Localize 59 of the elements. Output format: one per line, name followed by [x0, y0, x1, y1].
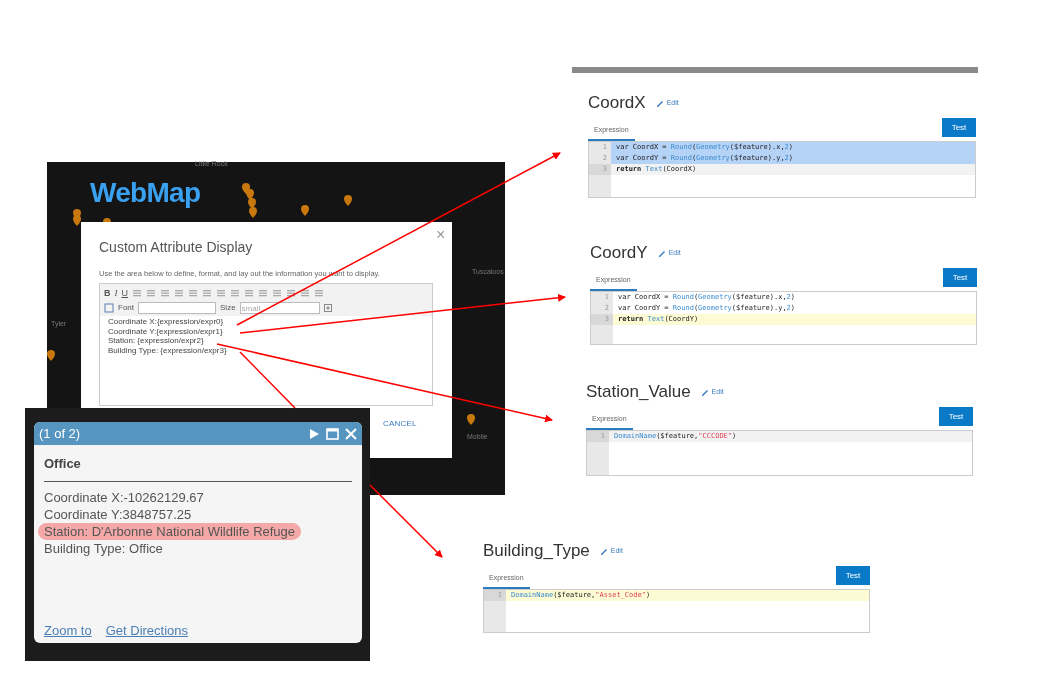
- popup-field-line: Building Type: Office: [44, 539, 163, 557]
- toolbar-icon: [160, 288, 170, 299]
- toolbar-icon: [202, 288, 212, 299]
- test-button[interactable]: Test: [942, 118, 976, 137]
- template-line: Coordinate X:{expression/expr0}: [108, 317, 224, 327]
- format-button[interactable]: U: [121, 286, 128, 300]
- close-icon[interactable]: [345, 427, 357, 440]
- toolbar-icon: [146, 288, 156, 299]
- size-dropdown[interactable]: small: [239, 302, 320, 315]
- template-line: Coordinate Y:{expression/expr1}: [108, 326, 223, 337]
- map-pin-icon: [47, 350, 55, 361]
- pencil-icon: [657, 249, 666, 257]
- popup-header-title: (1 of 2): [39, 424, 82, 443]
- size-label: Size: [220, 302, 236, 315]
- toolbar-icon: [314, 288, 324, 299]
- popup-link[interactable]: Zoom to: [44, 620, 92, 640]
- template-line: Building Type: {expression/expr3}: [108, 345, 227, 356]
- toolbar-icon: [244, 288, 254, 299]
- popup-field-line: Coordinate Y:3848757.25: [44, 505, 192, 523]
- format-button[interactable]: I: [114, 286, 118, 300]
- toolbar-icon: [300, 288, 310, 299]
- format-button[interactable]: B: [104, 286, 111, 300]
- toolbar-icon: [132, 288, 142, 299]
- font-icon: [104, 303, 114, 314]
- map-pin-icon: [301, 205, 309, 216]
- popup-link[interactable]: Get Directions: [105, 620, 189, 640]
- toolbar-icon: [174, 288, 184, 299]
- toolbar-icon: [286, 288, 296, 299]
- expression-title: Station_Value: [586, 381, 691, 404]
- pencil-icon: [700, 388, 709, 396]
- toolbar-icon: [230, 288, 240, 299]
- test-button[interactable]: Test: [836, 566, 870, 585]
- font-label: Font: [118, 302, 134, 315]
- map-pin-icon: [467, 414, 475, 425]
- rich-text-editor[interactable]: B I U Font Size small Coordinate X:{expression/expr0} Coordinate Y:{expression/expr1} Station: {expression/expr2} Building Type: {expression/expr3}: [99, 283, 433, 407]
- leader-line: [239, 351, 296, 409]
- popup-field-line: Coordinate X:-10262129.67: [44, 488, 204, 506]
- next-icon[interactable]: [309, 427, 320, 440]
- template-line: Station: {expression/expr2}: [108, 336, 204, 346]
- map-title: WebMap: [90, 179, 201, 207]
- pencil-icon: [655, 99, 664, 107]
- toolbar-icon: [216, 288, 226, 299]
- toolbar-icon: [258, 288, 268, 299]
- map-pin-icon: [344, 195, 352, 206]
- popup-title: Office: [44, 455, 82, 473]
- test-button[interactable]: Test: [943, 268, 977, 287]
- font-dropdown[interactable]: [138, 302, 216, 315]
- close-button[interactable]: ×: [436, 227, 446, 243]
- toolbar-icon: [272, 288, 282, 299]
- test-button[interactable]: Test: [939, 407, 973, 426]
- add-icon: [323, 304, 332, 313]
- cancel-button[interactable]: CANCEL: [383, 418, 417, 430]
- dialog-title: Custom Attribute Display: [99, 238, 254, 257]
- expression-title: Building_Type: [483, 540, 590, 563]
- toolbar-icon: [188, 288, 198, 299]
- expression-title: CoordY: [590, 242, 648, 265]
- expression-title: CoordX: [588, 92, 646, 115]
- maximize-icon[interactable]: [326, 427, 339, 440]
- pencil-icon: [599, 547, 608, 555]
